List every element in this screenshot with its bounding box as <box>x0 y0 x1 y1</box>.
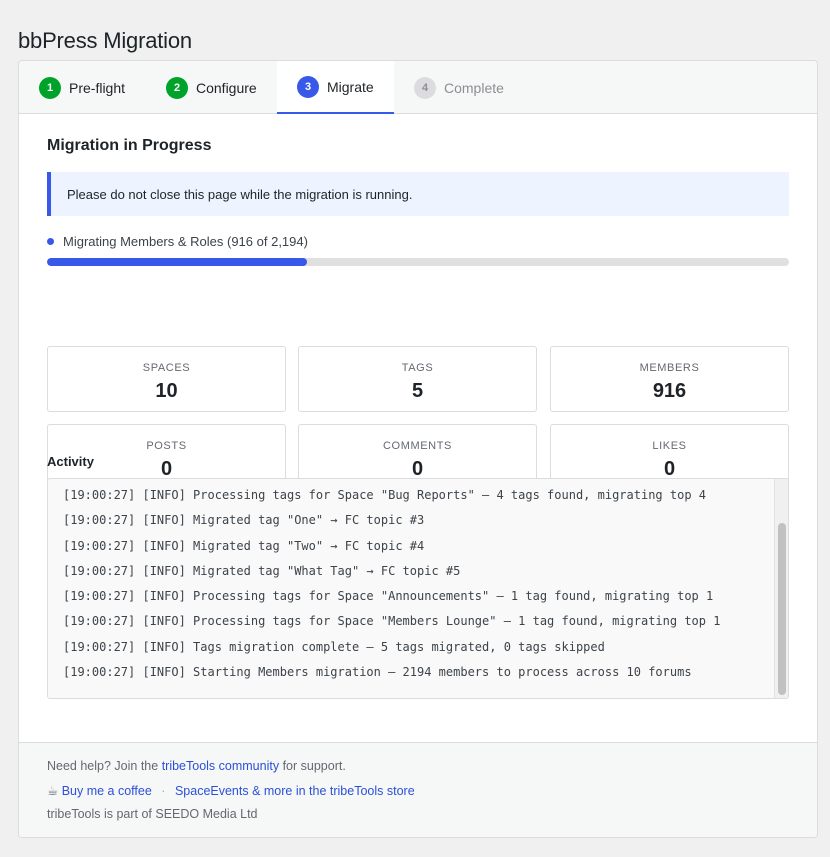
tab-label: Pre-flight <box>69 79 126 96</box>
step-2-badge: 2 <box>166 76 188 99</box>
log-scrollbar[interactable] <box>774 479 788 698</box>
store-link[interactable]: SpaceEvents & more in the tribeTools sto… <box>175 784 415 798</box>
stat-label: POSTS <box>146 440 187 452</box>
stat-label: TAGS <box>401 362 434 374</box>
step-1-badge: 1 <box>39 76 61 99</box>
tab-label: Configure <box>196 79 257 96</box>
log-line: [19:00:27] [INFO] Processing tags for Sp… <box>63 614 721 629</box>
log-line: [19:00:27] [INFO] Processing tags for Sp… <box>63 488 706 502</box>
log-line: [19:00:27] [INFO] Starting Members migra… <box>63 665 692 680</box>
buy-coffee-link[interactable]: Buy me a coffee <box>62 784 152 798</box>
help-prefix: Need help? Join the <box>47 759 159 773</box>
tab-complete[interactable]: 4 Complete <box>394 61 524 114</box>
tab-label: Migrate <box>327 78 374 95</box>
stat-label: COMMENTS <box>383 440 452 452</box>
log-lines: [19:00:27] [INFO] Processing tags for Sp… <box>63 483 773 685</box>
help-suffix: for support. <box>282 759 346 773</box>
tab-configure[interactable]: 2 Configure <box>146 61 277 114</box>
links-line: ☕ Buy me a coffee · SpaceEvents & more i… <box>47 783 415 798</box>
page-title: bbPress Migration <box>18 28 192 53</box>
progress-fill <box>47 258 307 266</box>
progress-status: Migrating Members & Roles (916 of 2,194) <box>47 234 308 249</box>
stat-label: MEMBERS <box>639 362 700 374</box>
company-line: tribeTools is part of SEEDO Media Ltd <box>47 807 258 821</box>
coffee-icon: ☕ <box>47 784 59 798</box>
log-line: [19:00:27] [INFO] Migrated tag "What Tag… <box>63 563 461 578</box>
stat-value: 10 <box>155 380 178 402</box>
log-line: [19:00:27] [INFO] Processing tags for Sp… <box>63 589 714 604</box>
stat-spaces: SPACES 10 <box>47 346 286 412</box>
log-line: [19:00:27] [INFO] Migrated tag "One" → F… <box>63 513 425 528</box>
tab-preflight[interactable]: 1 Pre-flight <box>19 61 145 114</box>
step-4-badge: 4 <box>414 76 436 99</box>
log-line: [19:00:27] [INFO] Tags migration complet… <box>63 639 605 654</box>
help-line: Need help? Join the tribeTools community… <box>47 759 346 773</box>
progress-label: Migrating Members & Roles (916 of 2,194) <box>63 234 308 249</box>
community-link[interactable]: tribeTools community <box>162 759 279 773</box>
scrollbar-thumb[interactable] <box>778 523 786 695</box>
separator: · <box>161 784 166 798</box>
stat-members: MEMBERS 916 <box>550 346 789 412</box>
footer: Need help? Join the tribeTools community… <box>19 742 817 837</box>
stat-label: LIKES <box>652 440 687 452</box>
stat-tags: TAGS 5 <box>298 346 537 412</box>
step-3-badge: 3 <box>297 75 319 98</box>
migration-card: 1 Pre-flight 2 Configure 3 Migrate 4 Com… <box>18 60 818 838</box>
activity-heading: Activity <box>47 454 94 469</box>
notice-text: Please do not close this page while the … <box>67 186 413 202</box>
progress-bar <box>47 258 789 266</box>
stat-value: 5 <box>411 380 424 402</box>
tab-label: Complete <box>444 79 504 96</box>
warning-notice: Please do not close this page while the … <box>47 172 789 216</box>
log-line: [19:00:27] [INFO] Migrated tag "Two" → F… <box>63 538 425 553</box>
stat-label: SPACES <box>142 362 191 374</box>
activity-log[interactable]: [19:00:27] [INFO] Processing tags for Sp… <box>47 478 789 699</box>
section-heading: Migration in Progress <box>47 137 212 154</box>
step-tabs: 1 Pre-flight 2 Configure 3 Migrate 4 Com… <box>19 61 817 114</box>
stat-value: 916 <box>652 380 687 402</box>
status-dot-icon <box>47 238 54 245</box>
tab-migrate[interactable]: 3 Migrate <box>277 61 394 114</box>
